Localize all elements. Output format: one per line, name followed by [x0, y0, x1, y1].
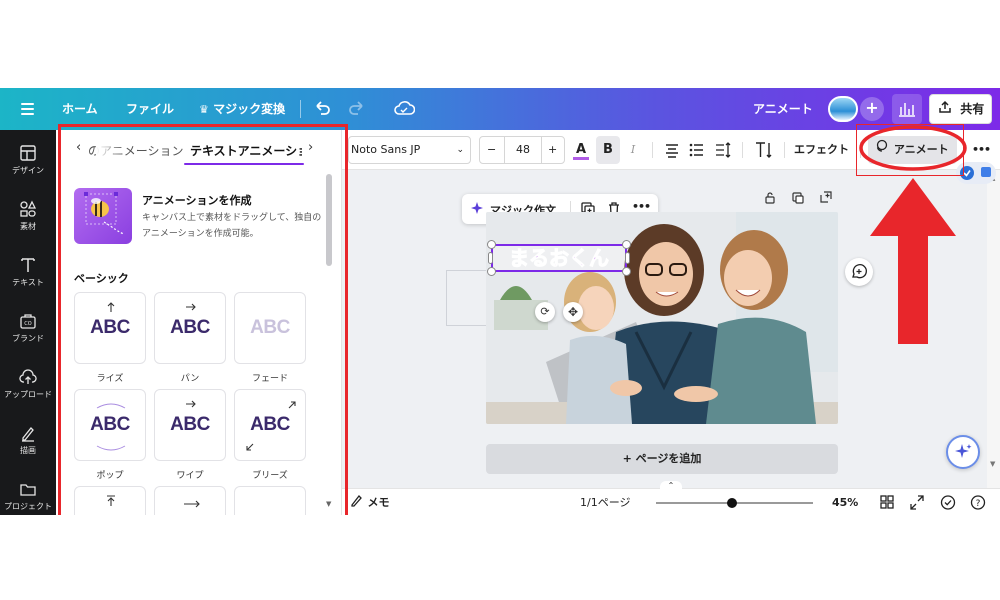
- zoom-slider-knob[interactable]: [727, 498, 737, 508]
- list-icon[interactable]: [688, 130, 704, 170]
- svg-text:?: ?: [976, 499, 981, 509]
- text-color-swatch: [573, 157, 589, 160]
- divider: [784, 142, 785, 158]
- font-select[interactable]: Noto Sans JP ⌄: [348, 136, 471, 164]
- elements-icon: [20, 200, 37, 217]
- font-size-value[interactable]: 48: [504, 137, 542, 163]
- rail-label: ブランド: [12, 334, 44, 343]
- annotation-arrow: [859, 125, 967, 344]
- scroll-down-icon[interactable]: ▼: [990, 460, 995, 468]
- redo-icon[interactable]: [348, 88, 366, 130]
- add-page-button[interactable]: + ページを追加: [486, 444, 838, 474]
- lock-icon[interactable]: [763, 190, 777, 209]
- font-name: Noto Sans JP: [351, 143, 421, 156]
- cloud-saved-icon[interactable]: [393, 88, 416, 130]
- canvas-text[interactable]: まるおくん: [493, 246, 625, 271]
- rail-label: 素材: [20, 222, 36, 231]
- rail-label: テキスト: [12, 278, 44, 287]
- check-circle-icon[interactable]: [940, 489, 956, 515]
- selected-text-element[interactable]: まるおくん: [487, 240, 631, 276]
- zoom-slider[interactable]: [656, 498, 813, 508]
- move-icon[interactable]: ✥: [563, 302, 583, 322]
- effects-button[interactable]: エフェクト: [794, 130, 849, 170]
- fullscreen-icon[interactable]: [910, 489, 924, 515]
- add-page-icon[interactable]: [819, 189, 833, 208]
- rail-label: アップロード: [4, 390, 52, 399]
- rail-item-projects[interactable]: プロジェクト: [0, 480, 56, 512]
- bold-button[interactable]: B: [596, 136, 620, 164]
- resize-handle[interactable]: [622, 267, 631, 276]
- align-center-icon[interactable]: [664, 130, 680, 170]
- resize-handle[interactable]: [625, 252, 630, 264]
- divider: [652, 142, 653, 158]
- rail-item-upload[interactable]: アップロード: [0, 368, 56, 400]
- notes-button[interactable]: メモ: [350, 489, 390, 515]
- magic-switch-label: マジック変換: [213, 102, 286, 116]
- rail-label: 描画: [20, 446, 36, 455]
- chevron-up-icon[interactable]: ⌃: [660, 481, 682, 491]
- upload-icon: [19, 369, 37, 384]
- rail-item-brand[interactable]: CO ブランド: [0, 312, 56, 344]
- share-label: 共有: [960, 102, 985, 116]
- rotate-icon[interactable]: ⟳: [535, 302, 555, 322]
- canva-editor: ホーム ファイル ♛ マジック変換 アニメート + 共有 デザイン 素材 テキス…: [0, 88, 1000, 515]
- layout-icon: [20, 145, 36, 161]
- font-size-stepper[interactable]: − 48 +: [479, 136, 565, 164]
- left-rail: デザイン 素材 テキスト CO ブランド アップロード 描画 プロジェクト: [0, 130, 56, 515]
- rail-item-text[interactable]: テキスト: [0, 256, 56, 288]
- help-icon[interactable]: ?: [970, 489, 986, 515]
- sparkle-icon: [470, 200, 486, 219]
- rail-label: デザイン: [12, 166, 44, 175]
- svg-text:CO: CO: [24, 321, 31, 327]
- page-indicator[interactable]: 1/1ページ: [580, 489, 630, 515]
- text-color-button[interactable]: A: [572, 130, 590, 170]
- duplicate-page-icon[interactable]: [791, 190, 805, 209]
- text-icon: [21, 258, 35, 272]
- rail-item-draw[interactable]: 描画: [0, 424, 56, 456]
- zoom-level[interactable]: 45%: [832, 489, 858, 515]
- menu-icon[interactable]: [18, 88, 38, 130]
- canvas-scrollbar[interactable]: ▲ ▼: [987, 170, 1000, 488]
- increase-size-button[interactable]: +: [548, 137, 557, 163]
- resize-handle[interactable]: [622, 240, 631, 249]
- rail-label: プロジェクト: [4, 502, 52, 511]
- bottom-bar: メモ ⌃ 1/1ページ 45% ?: [342, 481, 1000, 515]
- divider: [300, 100, 301, 118]
- design-title[interactable]: アニメート: [753, 88, 813, 130]
- resize-handle[interactable]: [488, 252, 493, 264]
- brand-icon: CO: [20, 314, 36, 329]
- folder-icon: [20, 484, 36, 496]
- grid-view-icon[interactable]: [880, 489, 894, 515]
- crown-icon: ♛: [199, 103, 209, 116]
- resize-handle[interactable]: [487, 267, 496, 276]
- divider: [742, 142, 743, 158]
- spacing-icon[interactable]: [714, 130, 732, 170]
- notes-icon: [350, 490, 364, 516]
- notes-label: メモ: [367, 496, 390, 509]
- annotation-panel-highlight: [58, 124, 348, 515]
- rail-item-elements[interactable]: 素材: [0, 200, 56, 232]
- magic-assistant-button[interactable]: [946, 435, 980, 469]
- decrease-size-button[interactable]: −: [487, 137, 496, 163]
- chevron-down-icon: ⌄: [456, 145, 464, 155]
- resize-handle[interactable]: [487, 240, 496, 249]
- rail-item-design[interactable]: デザイン: [0, 144, 56, 176]
- italic-button[interactable]: I: [626, 130, 640, 170]
- text-vertical-icon[interactable]: [754, 130, 774, 170]
- draw-icon: [22, 427, 34, 442]
